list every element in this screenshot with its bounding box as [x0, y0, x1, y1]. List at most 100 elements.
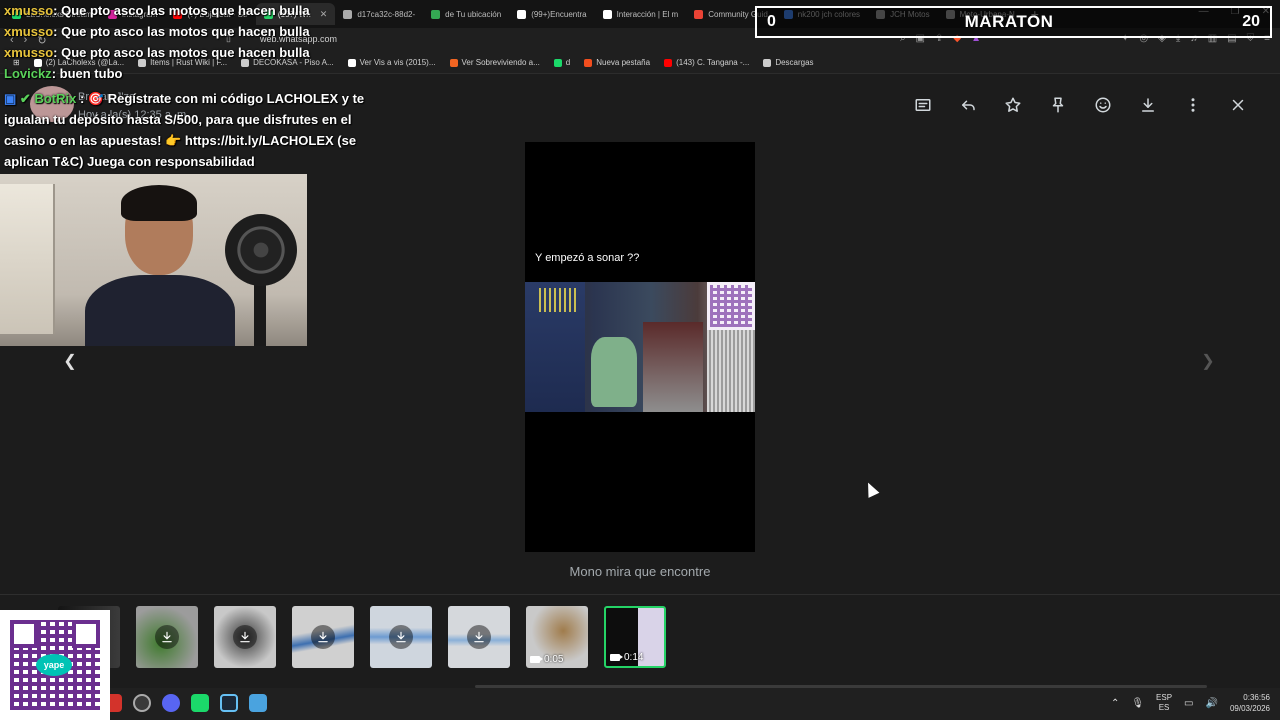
bookmark-label: Ver Sobreviviendo a...: [461, 58, 540, 67]
next-media-button[interactable]: ❯: [1197, 350, 1219, 372]
video-camera-icon: [610, 654, 623, 661]
chat-username: Lovickz: [4, 66, 52, 81]
steam-icon[interactable]: [220, 694, 238, 712]
tab-favicon-icon: [517, 9, 527, 19]
media-thumbnail-strip: 0:05 0:14: [58, 606, 666, 670]
marathon-scoreboard: 0 MARATON 20: [755, 6, 1272, 38]
video-overlay-text: Y empezó a sonar ??: [535, 252, 640, 264]
tab-favicon-icon: [602, 9, 612, 19]
video-camera-icon: [530, 656, 543, 663]
browser-tab[interactable]: Interacción | El m: [595, 3, 687, 25]
media-thumbnail[interactable]: [448, 606, 510, 668]
app-icon[interactable]: [133, 694, 151, 712]
bookmark-item[interactable]: Ver Sobreviviendo a...: [445, 58, 545, 67]
screen: LaCholexs Stream Instagram (7) Doja Cat - …: [0, 0, 1280, 720]
chat-text: : buen tubo: [51, 66, 123, 81]
bookmark-item[interactable]: Nueva pestaña: [579, 58, 655, 67]
volume-icon[interactable]: 🔊: [1206, 698, 1218, 709]
pin-icon[interactable]: [1035, 92, 1080, 118]
yape-qr-code: yape: [0, 610, 110, 720]
browser-tab[interactable]: (99+)Encuentra: [509, 3, 594, 25]
clock-time: 0:36:56: [1243, 693, 1270, 702]
media-thumbnail[interactable]: [214, 606, 276, 668]
stream-chat-overlay: xmusso: Que pto asco las motos que hacen…: [4, 0, 374, 172]
windows-taskbar: ⌃ 🎙 ESP ES ▭ 🔊 0:36:56 09/03/2026: [0, 688, 1280, 720]
tab-label: Interacción | El m: [616, 9, 679, 19]
media-thumbnail[interactable]: [370, 606, 432, 668]
clock-date: 09/03/2026: [1229, 704, 1270, 713]
score-left: 0: [767, 13, 776, 30]
video-player[interactable]: Y empezó a sonar ??: [525, 142, 755, 552]
bookmark-favicon-icon: [763, 58, 772, 67]
reply-icon[interactable]: [945, 92, 990, 118]
bookmark-favicon-icon: [664, 58, 673, 67]
system-tray: ⌃ 🎙 ESP ES ▭ 🔊 0:36:56 09/03/2026: [1111, 692, 1270, 714]
media-caption: Mono mira que encontre: [569, 564, 711, 579]
bookmark-label: Nueva pestaña: [596, 58, 651, 67]
thumbnail-divider: [0, 594, 1280, 595]
video-frame: [525, 282, 755, 412]
bot-message: ▣ ✔ BotRix : 🎯 Regístrate con mi código …: [4, 88, 374, 172]
video-grille: [707, 330, 755, 412]
tab-label: (99+)Encuentra: [531, 9, 587, 19]
caption-list-icon[interactable]: [900, 92, 945, 118]
yape-logo: yape: [36, 654, 72, 676]
chat-username: xmusso: [4, 24, 54, 39]
bookmark-favicon-icon: [584, 58, 593, 67]
person-body: [85, 275, 235, 346]
tray-chevron-icon[interactable]: ⌃: [1111, 698, 1119, 709]
media-viewer-toolbar: [900, 92, 1260, 118]
chat-text: : Que pto asco las motos que hacen bulla: [53, 45, 310, 60]
thumbnail-download-icon[interactable]: [467, 625, 491, 649]
tab-label: de Tu ubicación: [445, 9, 502, 19]
media-thumbnail-selected[interactable]: 0:14: [604, 606, 666, 668]
more-icon[interactable]: [1170, 92, 1215, 118]
thumbnail-download-icon[interactable]: [233, 625, 257, 649]
media-thumbnail[interactable]: 0:05: [526, 606, 588, 668]
score-right: 20: [1242, 13, 1260, 30]
bookmark-label: d: [565, 58, 571, 67]
tab-favicon-icon: [694, 9, 704, 19]
kick-icon[interactable]: [191, 694, 209, 712]
chat-lines: xmusso: Que pto asco las motos que hacen…: [4, 0, 374, 84]
bookmark-item[interactable]: (143) C. Tangana -...: [659, 58, 754, 67]
chat-message: Lovickz: buen tubo: [4, 63, 374, 84]
star-icon[interactable]: [990, 92, 1035, 118]
bookmark-favicon-icon: [553, 58, 562, 67]
thumbnail-download-icon[interactable]: [389, 625, 413, 649]
chat-username: xmusso: [4, 45, 54, 60]
discord-icon[interactable]: [162, 694, 180, 712]
emoji-icon[interactable]: [1080, 92, 1125, 118]
close-icon[interactable]: [1215, 92, 1260, 118]
scoreboard-title: MARATON: [964, 12, 1054, 31]
previous-media-button[interactable]: ❮: [59, 350, 81, 372]
chat-message: xmusso: Que pto asco las motos que hacen…: [4, 21, 374, 42]
bookmark-item[interactable]: Descargas: [758, 58, 818, 67]
video-duration: 0:05: [530, 654, 563, 665]
webcam-person: [85, 185, 235, 346]
microphone-icon[interactable]: 🎙: [1131, 698, 1144, 709]
taskbar-apps: [104, 694, 267, 712]
thumbnail-download-icon[interactable]: [311, 625, 335, 649]
duration-text: 0:05: [544, 654, 564, 665]
thumbnail-download-icon[interactable]: [155, 625, 179, 649]
download-icon[interactable]: [1125, 92, 1170, 118]
browser-tab[interactable]: de Tu ubicación: [423, 3, 509, 25]
network-icon[interactable]: ▭: [1184, 698, 1193, 709]
media-thumbnail[interactable]: [292, 606, 354, 668]
clock[interactable]: 0:36:56 09/03/2026: [1230, 692, 1270, 714]
app-icon[interactable]: [249, 694, 267, 712]
chat-text: : Que pto asco las motos que hacen bulla: [53, 3, 310, 18]
tab-favicon-icon: [431, 9, 441, 19]
media-thumbnail[interactable]: [136, 606, 198, 668]
bookmark-favicon-icon: [449, 58, 458, 67]
streamer-webcam: [0, 174, 307, 346]
bookmark-item[interactable]: d: [549, 58, 575, 67]
input-language[interactable]: ESP ES: [1156, 693, 1172, 713]
webcam-door: [0, 184, 55, 334]
chat-username: xmusso: [4, 3, 54, 18]
video-machine: [643, 322, 703, 412]
video-lights: [539, 288, 579, 312]
video-person: [591, 337, 637, 407]
chat-message: xmusso: Que pto asco las motos que hacen…: [4, 42, 374, 63]
